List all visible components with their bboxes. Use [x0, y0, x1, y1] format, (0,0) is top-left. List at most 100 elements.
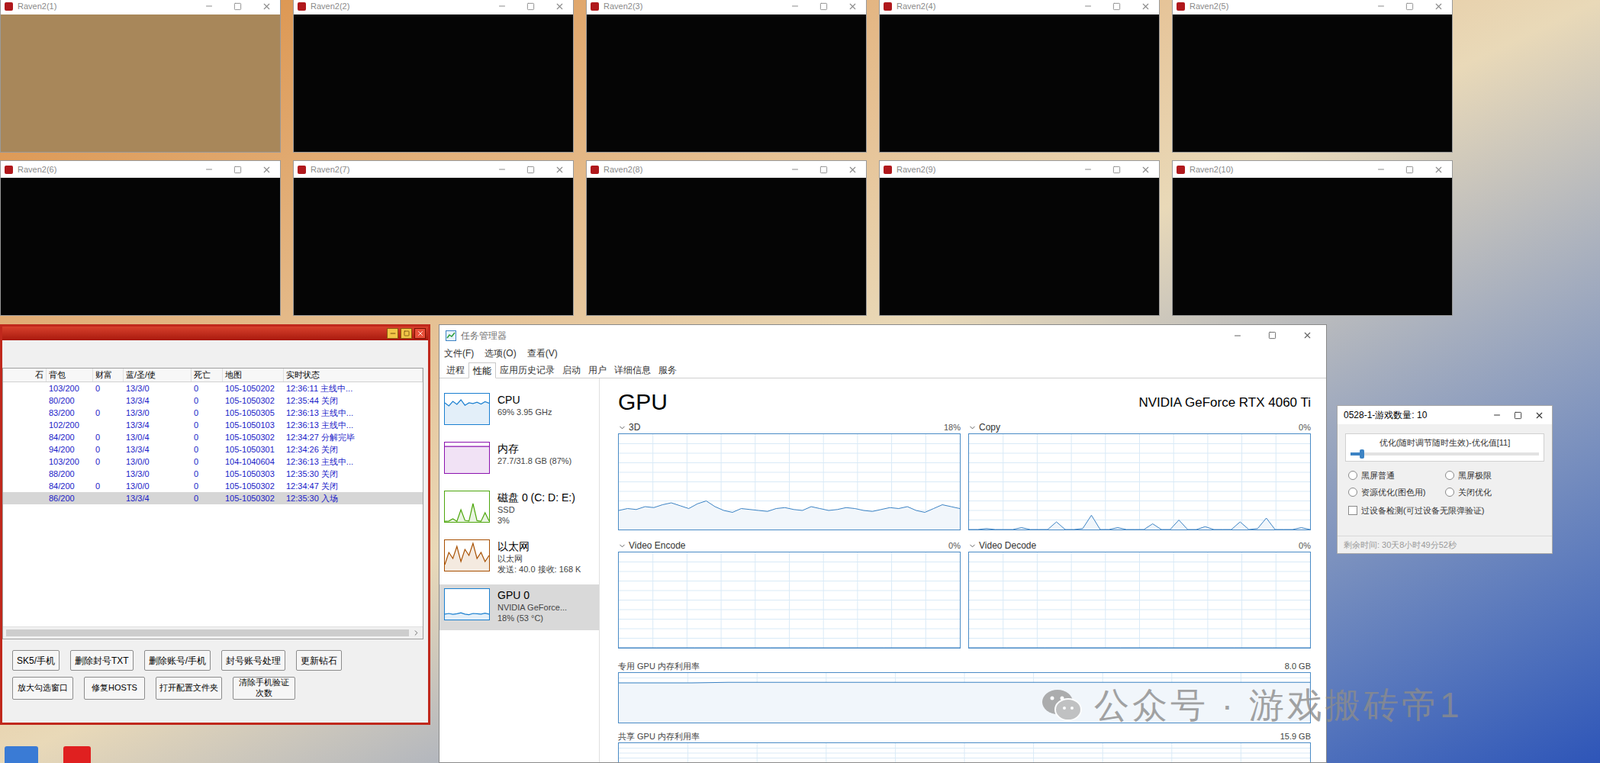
- column-header[interactable]: 背包: [46, 368, 94, 382]
- table-row[interactable]: 80/20013/3/40105-105030212:35:44 关闭: [3, 394, 423, 407]
- tab[interactable]: 进程: [442, 361, 469, 378]
- action-button[interactable]: 封号账号处理: [221, 650, 286, 671]
- table-row[interactable]: 83/200013/3/00105-105030512:36:13 主线中...: [3, 406, 423, 419]
- table-row[interactable]: 103/200013/0/00104-104060412:36:13 主线中..…: [3, 455, 423, 468]
- game-viewport[interactable]: [0, 177, 281, 316]
- title-bar[interactable]: Raven2(4): [879, 0, 1159, 15]
- column-header[interactable]: 地图: [222, 368, 284, 382]
- game-viewport[interactable]: [879, 14, 1159, 152]
- maximize-icon[interactable]: [526, 2, 535, 11]
- title-bar[interactable]: Raven2(1): [0, 0, 281, 15]
- horizontal-scrollbar[interactable]: [3, 626, 423, 639]
- menu-item[interactable]: 选项(O): [484, 346, 516, 361]
- close-button[interactable]: [414, 328, 426, 339]
- minimize-button[interactable]: [386, 328, 399, 339]
- action-button[interactable]: 打开配置文件夹: [155, 676, 223, 700]
- checkbox-option[interactable]: 过设备检测(可过设备无限弹验证): [1337, 504, 1552, 518]
- table-row[interactable]: 103/200013/3/00105-105020212:36:11 主线中..…: [3, 382, 423, 395]
- close-icon[interactable]: [847, 1, 858, 12]
- close-icon[interactable]: [1302, 330, 1313, 341]
- scrollbar-thumb[interactable]: [6, 629, 409, 637]
- column-header[interactable]: 石: [3, 368, 47, 382]
- game-viewport[interactable]: [586, 14, 866, 152]
- expand-icon[interactable]: [618, 423, 627, 432]
- scroll-right-icon[interactable]: [412, 628, 421, 638]
- desktop-icon[interactable]: [4, 746, 39, 763]
- column-header[interactable]: 蓝/圣/使: [123, 368, 192, 382]
- action-button[interactable]: 修复HOSTS: [83, 676, 145, 700]
- radio-option[interactable]: 黑屏普通: [1348, 469, 1446, 483]
- game-window[interactable]: Raven2(9): [878, 160, 1160, 316]
- maximize-icon[interactable]: [526, 165, 535, 174]
- close-icon[interactable]: [554, 1, 565, 12]
- column-header[interactable]: 死亡: [191, 368, 223, 382]
- title-bar[interactable]: Raven2(3): [586, 0, 866, 15]
- tab[interactable]: 用户: [584, 361, 611, 378]
- close-icon[interactable]: [847, 164, 858, 175]
- close-icon[interactable]: [1140, 164, 1151, 175]
- title-bar[interactable]: [2, 326, 429, 341]
- game-window[interactable]: Raven2(8): [585, 160, 867, 316]
- sidebar-item[interactable]: 磁盘 0 (C: D: E:)SSD3%: [439, 486, 599, 533]
- close-icon[interactable]: [1433, 1, 1444, 12]
- expand-icon[interactable]: [968, 423, 977, 432]
- minimize-icon[interactable]: [1376, 164, 1386, 174]
- action-button[interactable]: 删除账号/手机: [144, 650, 211, 671]
- action-button[interactable]: SK5/手机: [12, 650, 60, 671]
- game-viewport[interactable]: [0, 14, 281, 152]
- desktop-icon[interactable]: [63, 746, 91, 763]
- title-bar[interactable]: Raven2(6): [0, 160, 281, 178]
- table-row[interactable]: 84/200013/0/00105-105030212:34:47 关闭: [3, 479, 423, 493]
- maximize-icon[interactable]: [1112, 2, 1121, 11]
- maximize-icon[interactable]: [233, 165, 242, 174]
- tab[interactable]: 启动: [558, 361, 585, 378]
- sidebar-item[interactable]: 以太网以太网发送: 40.0 接收: 168 K: [439, 535, 599, 582]
- column-header[interactable]: 财富: [93, 368, 124, 382]
- maximize-icon[interactable]: [1405, 165, 1414, 174]
- minimize-icon[interactable]: [1376, 1, 1386, 11]
- maximize-icon[interactable]: [233, 2, 242, 11]
- action-button[interactable]: 删除封号TXT: [70, 650, 134, 671]
- close-icon[interactable]: [1433, 164, 1444, 175]
- bot-tool-window[interactable]: 石背包财富蓝/圣/使死亡地图实时状态103/200013/3/00105-105…: [0, 324, 431, 725]
- radio-option[interactable]: 资源优化(图色用): [1348, 486, 1446, 499]
- game-window[interactable]: Raven2(7): [292, 160, 574, 316]
- sidebar-item[interactable]: 内存27.7/31.8 GB (87%): [439, 437, 599, 484]
- maximize-icon[interactable]: [819, 2, 828, 11]
- maximize-icon[interactable]: [1112, 165, 1121, 174]
- sidebar-item[interactable]: GPU 0NVIDIA GeForce...18% (53 °C): [439, 584, 599, 631]
- menu-item[interactable]: 文件(F): [444, 346, 474, 361]
- expand-icon[interactable]: [618, 541, 627, 551]
- game-viewport[interactable]: [1172, 14, 1452, 152]
- expand-icon[interactable]: [968, 541, 977, 551]
- radio-circle[interactable]: [1348, 487, 1358, 497]
- close-icon[interactable]: [261, 1, 272, 12]
- sidebar-item[interactable]: CPU69% 3.95 GHz: [439, 389, 599, 435]
- task-manager-window[interactable]: 任务管理器文件(F)选项(O)查看(V)进程性能应用历史记录启动用户详细信息服务…: [438, 324, 1327, 763]
- title-bar[interactable]: Raven2(5): [1172, 0, 1452, 15]
- table-row[interactable]: 94/200013/3/40105-105030112:34:26 关闭: [3, 443, 423, 456]
- minimize-icon[interactable]: [1232, 331, 1243, 341]
- tab[interactable]: 服务: [654, 361, 681, 378]
- radio-circle[interactable]: [1348, 470, 1358, 480]
- game-viewport[interactable]: [879, 177, 1159, 316]
- minimize-icon[interactable]: [1083, 164, 1093, 174]
- maximize-icon[interactable]: [1268, 331, 1277, 340]
- radio-option[interactable]: 关闭优化: [1445, 486, 1543, 499]
- tab[interactable]: 详细信息: [610, 361, 655, 378]
- maximize-button[interactable]: [400, 328, 413, 339]
- optimizer-window[interactable]: 0528-1-游戏数量: 10优化(随时调节随时生效)-优化值[11]黑屏普通黑…: [1336, 405, 1553, 554]
- table-row[interactable]: 86/20013/3/40105-105030212:35:30 入场: [3, 492, 423, 505]
- minimize-icon[interactable]: [790, 1, 800, 11]
- maximize-icon[interactable]: [1513, 411, 1523, 420]
- title-bar[interactable]: Raven2(9): [879, 160, 1159, 178]
- radio-circle[interactable]: [1445, 487, 1455, 497]
- tab[interactable]: 应用历史记录: [495, 361, 559, 378]
- game-window[interactable]: Raven2(1): [0, 0, 281, 153]
- action-button[interactable]: 更新钻石: [296, 650, 342, 671]
- game-viewport[interactable]: [586, 177, 866, 316]
- minimize-icon[interactable]: [790, 164, 800, 174]
- maximize-icon[interactable]: [819, 165, 828, 174]
- game-window[interactable]: Raven2(4): [878, 0, 1160, 153]
- close-icon[interactable]: [554, 164, 565, 175]
